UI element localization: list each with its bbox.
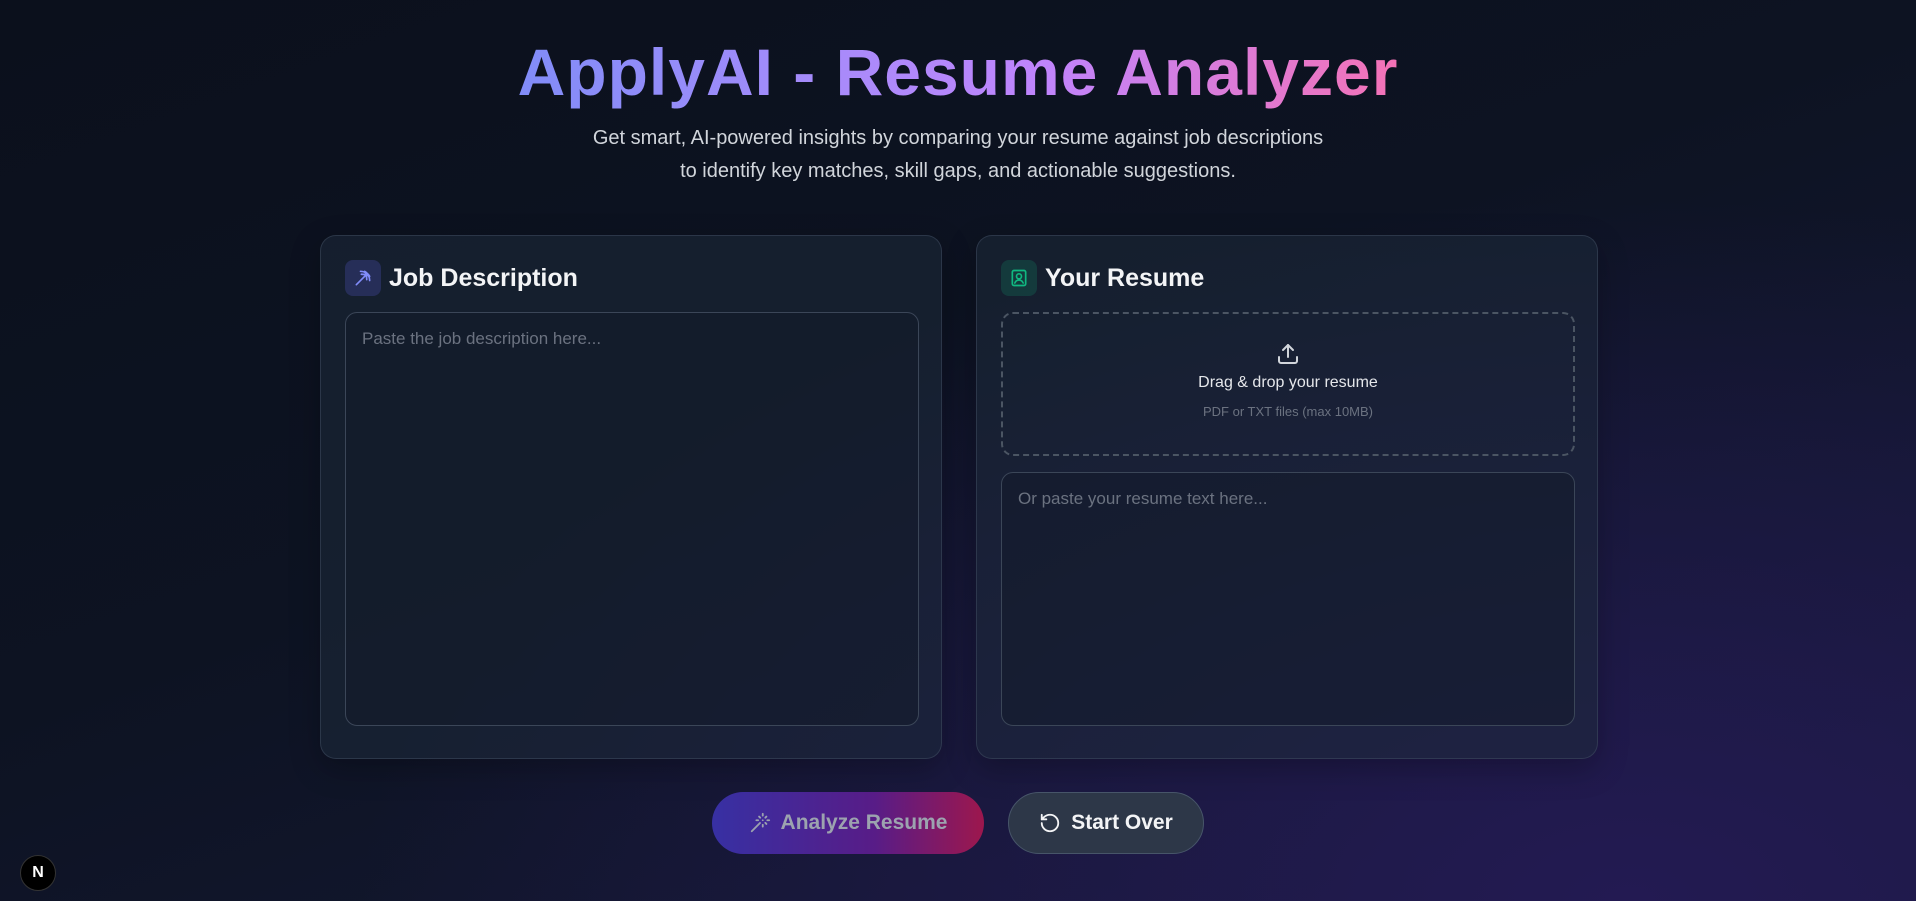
resume-dropzone[interactable]: Drag & drop your resume PDF or TXT files… bbox=[1001, 312, 1575, 456]
job-description-title: Job Description bbox=[389, 263, 578, 292]
page-subtitle: Get smart, AI-powered insights by compar… bbox=[0, 122, 1916, 188]
resume-text-input[interactable] bbox=[1001, 472, 1575, 726]
resume-header: Your Resume bbox=[1001, 260, 1204, 296]
subtitle-line-1: Get smart, AI-powered insights by compar… bbox=[592, 127, 1324, 149]
rotate-ccw-icon bbox=[1041, 813, 1060, 833]
action-bar: Analyze Resume Start Over bbox=[0, 792, 1916, 854]
job-description-header: Job Description bbox=[345, 260, 578, 296]
subtitle-line-2: to identify key matches, skill gaps, and… bbox=[680, 160, 1236, 182]
resume-title: Your Resume bbox=[1045, 263, 1205, 292]
job-description-card: Job Description bbox=[320, 235, 942, 759]
dev-tools-badge[interactable]: N bbox=[20, 855, 56, 891]
upload-icon bbox=[1278, 344, 1298, 364]
page-header: ApplyAI - Resume Analyzer Get smart, AI-… bbox=[0, 34, 1916, 188]
pickaxe-icon bbox=[345, 260, 381, 296]
contact-card-icon bbox=[1001, 260, 1037, 296]
dropzone-title: Drag & drop your resume bbox=[1198, 374, 1378, 391]
start-over-button[interactable]: Start Over bbox=[1008, 792, 1204, 854]
page-title: ApplyAI - Resume Analyzer bbox=[517, 35, 1399, 109]
dropzone-subtitle: PDF or TXT files (max 10MB) bbox=[1203, 404, 1373, 419]
resume-card: Your Resume Drag & drop your resume PDF … bbox=[976, 235, 1598, 759]
start-over-label: Start Over bbox=[1071, 811, 1173, 834]
analyze-resume-button[interactable]: Analyze Resume bbox=[712, 792, 984, 854]
job-description-input[interactable] bbox=[345, 312, 919, 726]
analyze-resume-label: Analyze Resume bbox=[780, 811, 948, 834]
magic-wand-icon bbox=[750, 812, 770, 833]
